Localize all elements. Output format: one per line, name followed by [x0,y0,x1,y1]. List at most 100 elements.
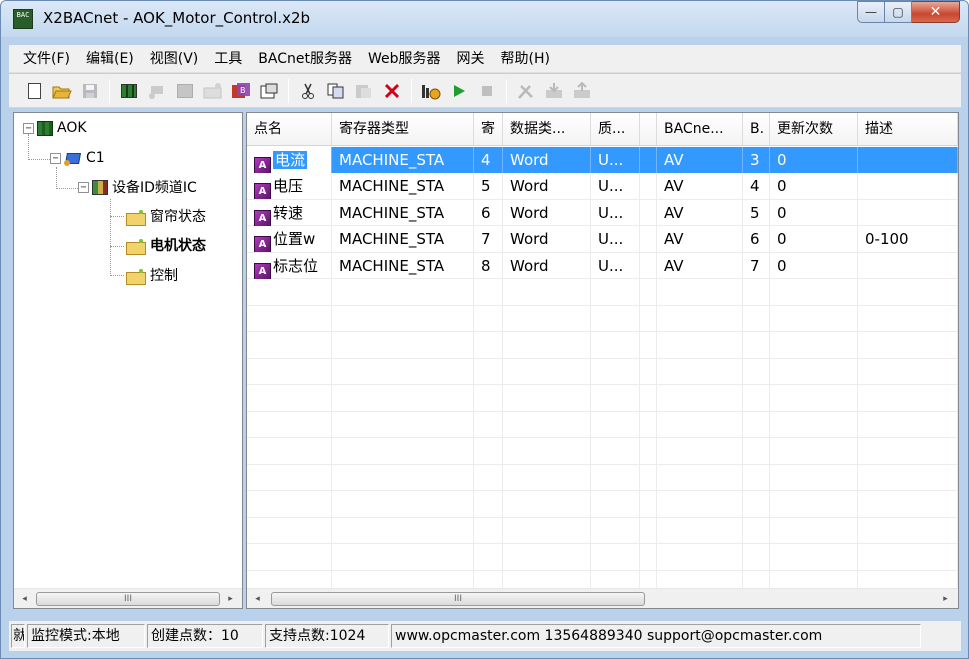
delete-button[interactable] [381,80,403,102]
cell-register-type: MACHINE_STA [332,146,474,173]
cell-address [474,332,503,358]
cell-register-type [332,464,474,491]
cell-quality [591,464,640,491]
cell-address: 7 [474,226,503,252]
cell-register-type: MACHINE_STA [332,199,474,226]
save-button[interactable] [79,80,101,102]
column-header-name[interactable]: 点名 [247,113,332,146]
cell-description [858,305,958,332]
paste-button[interactable] [353,80,375,102]
menu-bacnet-server[interactable]: BACnet服务器 [250,48,360,70]
menu-help[interactable]: 帮助(H) [493,48,558,70]
minimize-icon: — [865,5,877,19]
table-row[interactable]: A 电流 MACHINE_STA 4 Word U... AV 3 0 [247,146,958,173]
cell-description [858,173,958,199]
cell-point-name: A 标志位 [247,252,332,279]
add-tag-button[interactable] [202,80,224,102]
run-button[interactable] [448,80,470,102]
scroll-right-icon[interactable]: ▸ [937,589,954,608]
add-server-button[interactable] [118,80,140,102]
cell-data-type: Word [503,226,591,252]
scroll-left-icon[interactable]: ◂ [249,589,266,608]
list-hscrollbar[interactable]: ◂ III ▸ [247,588,958,608]
scroll-thumb[interactable]: III [36,592,220,606]
tree-hscrollbar[interactable]: ◂ III ▸ [14,588,242,608]
cell-bacnet-instance [743,517,770,544]
cell-quality [591,438,640,464]
scroll-right-icon[interactable]: ▸ [222,589,239,609]
new-button[interactable] [23,80,45,102]
monitor-button[interactable] [420,80,442,102]
cell-bacnet-instance [743,491,770,517]
stop-button[interactable] [476,80,498,102]
empty-row [247,332,958,359]
maximize-button[interactable]: ▢ [885,1,912,23]
minimize-button[interactable]: — [857,1,885,23]
cell-blank [640,199,657,226]
tree-node-channel[interactable]: − C1 [50,147,105,169]
column-header-blank[interactable] [640,113,657,146]
cut-button[interactable] [297,80,319,102]
bacnet-button[interactable]: B [230,80,252,102]
properties-button[interactable] [258,80,280,102]
tree-node-root[interactable]: − AOK [23,117,87,139]
column-header-quality[interactable]: 质... [591,113,640,146]
cell-address [474,305,503,332]
scroll-thumb[interactable]: III [271,592,645,606]
copy-button[interactable] [325,80,347,102]
add-channel-button[interactable] [146,80,168,102]
cell-bacnet-type [657,517,743,544]
cell-register-type [332,438,474,464]
open-button[interactable] [51,80,73,102]
cell-register-type [332,332,474,358]
stop-icon [482,85,492,96]
table-row[interactable]: A 标志位 MACHINE_STA 8 Word U... AV 7 0 [247,252,958,279]
window-controls: — ▢ ✕ [857,1,960,25]
column-header-description[interactable]: 描述 [858,113,958,146]
status-contact: www.opcmaster.com 13564889340 support@op… [391,624,921,648]
menu-tools[interactable]: 工具 [206,48,250,70]
title-bar[interactable]: BAC X2BACnet - AOK_Motor_Control.x2b — ▢… [1,1,968,37]
menu-web-server[interactable]: Web服务器 [360,48,449,70]
cell-quality [591,279,640,305]
collapse-toggle[interactable]: − [50,152,61,164]
upload-button[interactable] [571,80,593,102]
tree-node-device[interactable]: − 设备ID频道IC [78,176,197,198]
collapse-toggle[interactable]: − [78,181,89,193]
tree-node-group[interactable]: 控制 [126,264,178,286]
table-row[interactable]: A 位置w MACHINE_STA 7 Word U... AV 6 0 0-100 [247,226,958,253]
tools-button[interactable] [515,80,537,102]
size-grip-icon[interactable] [923,624,959,648]
column-header-update-count[interactable]: 更新次数 [770,113,858,146]
scroll-left-icon[interactable]: ◂ [16,589,33,609]
cell-bacnet-type [657,279,743,305]
tree-label: AOK [57,120,87,136]
menu-view[interactable]: 视图(V) [142,48,207,70]
tree-node-group-selected[interactable]: 电机状态 [126,234,206,256]
tree-pane: − AOK − C1 − 设备ID频道IC 窗帘状态 电机状态 控制 ◂ III… [13,112,243,609]
column-header-address[interactable]: 寄 [474,113,503,146]
table-row[interactable]: A 转速 MACHINE_STA 6 Word U... AV 5 0 [247,199,958,226]
tree-node-group[interactable]: 窗帘状态 [126,205,206,227]
cell-blank [640,332,657,358]
table-row[interactable]: A 电压 MACHINE_STA 5 Word U... AV 4 0 [247,173,958,200]
add-device-button[interactable] [174,80,196,102]
menu-file[interactable]: 文件(F) [15,48,78,70]
cell-data-type [503,358,591,385]
menu-edit[interactable]: 编辑(E) [78,48,142,70]
cell-bacnet-type [657,305,743,332]
close-button[interactable]: ✕ [912,1,960,23]
menu-gateway[interactable]: 网关 [449,48,493,70]
column-header-datatype[interactable]: 数据类... [503,113,591,146]
cell-update-count: 0 [770,146,858,173]
column-header-bacnet-type[interactable]: BACne... [657,113,743,146]
cell-description [858,411,958,438]
column-header-bacnet-instance[interactable]: B. [743,113,770,146]
cell-point-name [247,332,332,358]
cell-quality [591,517,640,544]
column-header-register[interactable]: 寄存器类型 [332,113,474,146]
collapse-toggle[interactable]: − [23,122,34,134]
cell-point-name [247,279,332,305]
device-icon [92,179,108,195]
load-button[interactable] [543,80,565,102]
